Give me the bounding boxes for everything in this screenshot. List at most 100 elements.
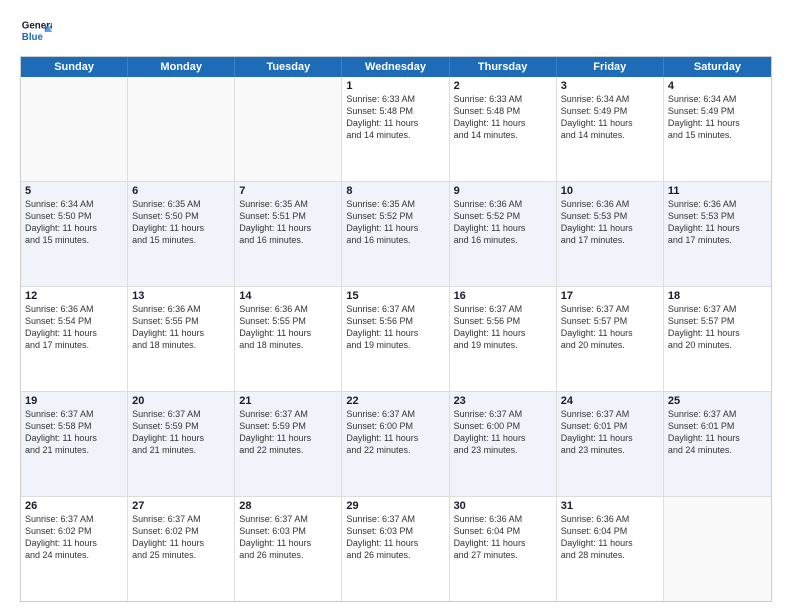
day-number: 22 bbox=[346, 395, 444, 407]
day-info: Sunrise: 6:35 AM Sunset: 5:52 PM Dayligh… bbox=[346, 198, 444, 247]
day-number: 4 bbox=[668, 80, 767, 92]
day-cell-7: 7Sunrise: 6:35 AM Sunset: 5:51 PM Daylig… bbox=[235, 182, 342, 286]
header-day-thursday: Thursday bbox=[450, 57, 557, 77]
day-number: 29 bbox=[346, 500, 444, 512]
day-info: Sunrise: 6:37 AM Sunset: 6:00 PM Dayligh… bbox=[454, 408, 552, 457]
day-info: Sunrise: 6:36 AM Sunset: 5:55 PM Dayligh… bbox=[239, 303, 337, 352]
day-cell-24: 24Sunrise: 6:37 AM Sunset: 6:01 PM Dayli… bbox=[557, 392, 664, 496]
day-number: 18 bbox=[668, 290, 767, 302]
day-number: 20 bbox=[132, 395, 230, 407]
header-day-wednesday: Wednesday bbox=[342, 57, 449, 77]
calendar-body: 1Sunrise: 6:33 AM Sunset: 5:48 PM Daylig… bbox=[21, 77, 771, 601]
day-cell-1: 1Sunrise: 6:33 AM Sunset: 5:48 PM Daylig… bbox=[342, 77, 449, 181]
day-info: Sunrise: 6:36 AM Sunset: 6:04 PM Dayligh… bbox=[561, 513, 659, 562]
day-cell-12: 12Sunrise: 6:36 AM Sunset: 5:54 PM Dayli… bbox=[21, 287, 128, 391]
day-info: Sunrise: 6:37 AM Sunset: 5:59 PM Dayligh… bbox=[132, 408, 230, 457]
day-info: Sunrise: 6:36 AM Sunset: 5:52 PM Dayligh… bbox=[454, 198, 552, 247]
day-cell-11: 11Sunrise: 6:36 AM Sunset: 5:53 PM Dayli… bbox=[664, 182, 771, 286]
day-cell-3: 3Sunrise: 6:34 AM Sunset: 5:49 PM Daylig… bbox=[557, 77, 664, 181]
day-number: 12 bbox=[25, 290, 123, 302]
day-info: Sunrise: 6:37 AM Sunset: 5:58 PM Dayligh… bbox=[25, 408, 123, 457]
day-info: Sunrise: 6:37 AM Sunset: 5:57 PM Dayligh… bbox=[561, 303, 659, 352]
day-number: 8 bbox=[346, 185, 444, 197]
day-info: Sunrise: 6:37 AM Sunset: 5:57 PM Dayligh… bbox=[668, 303, 767, 352]
day-cell-25: 25Sunrise: 6:37 AM Sunset: 6:01 PM Dayli… bbox=[664, 392, 771, 496]
day-info: Sunrise: 6:33 AM Sunset: 5:48 PM Dayligh… bbox=[346, 93, 444, 142]
day-number: 24 bbox=[561, 395, 659, 407]
day-number: 6 bbox=[132, 185, 230, 197]
day-number: 13 bbox=[132, 290, 230, 302]
day-number: 5 bbox=[25, 185, 123, 197]
day-cell-10: 10Sunrise: 6:36 AM Sunset: 5:53 PM Dayli… bbox=[557, 182, 664, 286]
day-number: 28 bbox=[239, 500, 337, 512]
day-info: Sunrise: 6:36 AM Sunset: 5:55 PM Dayligh… bbox=[132, 303, 230, 352]
day-number: 25 bbox=[668, 395, 767, 407]
day-info: Sunrise: 6:35 AM Sunset: 5:50 PM Dayligh… bbox=[132, 198, 230, 247]
day-cell-5: 5Sunrise: 6:34 AM Sunset: 5:50 PM Daylig… bbox=[21, 182, 128, 286]
day-cell-20: 20Sunrise: 6:37 AM Sunset: 5:59 PM Dayli… bbox=[128, 392, 235, 496]
calendar-row-2: 12Sunrise: 6:36 AM Sunset: 5:54 PM Dayli… bbox=[21, 287, 771, 392]
day-cell-18: 18Sunrise: 6:37 AM Sunset: 5:57 PM Dayli… bbox=[664, 287, 771, 391]
day-cell-23: 23Sunrise: 6:37 AM Sunset: 6:00 PM Dayli… bbox=[450, 392, 557, 496]
day-info: Sunrise: 6:37 AM Sunset: 5:56 PM Dayligh… bbox=[346, 303, 444, 352]
day-info: Sunrise: 6:36 AM Sunset: 6:04 PM Dayligh… bbox=[454, 513, 552, 562]
logo: General Blue bbox=[20, 16, 52, 48]
day-info: Sunrise: 6:37 AM Sunset: 6:02 PM Dayligh… bbox=[25, 513, 123, 562]
day-number: 9 bbox=[454, 185, 552, 197]
day-info: Sunrise: 6:37 AM Sunset: 6:00 PM Dayligh… bbox=[346, 408, 444, 457]
empty-cell bbox=[664, 497, 771, 601]
day-info: Sunrise: 6:33 AM Sunset: 5:48 PM Dayligh… bbox=[454, 93, 552, 142]
day-number: 31 bbox=[561, 500, 659, 512]
day-number: 3 bbox=[561, 80, 659, 92]
day-number: 19 bbox=[25, 395, 123, 407]
day-cell-28: 28Sunrise: 6:37 AM Sunset: 6:03 PM Dayli… bbox=[235, 497, 342, 601]
day-info: Sunrise: 6:37 AM Sunset: 5:56 PM Dayligh… bbox=[454, 303, 552, 352]
calendar: SundayMondayTuesdayWednesdayThursdayFrid… bbox=[20, 56, 772, 602]
day-number: 21 bbox=[239, 395, 337, 407]
header-day-sunday: Sunday bbox=[21, 57, 128, 77]
day-info: Sunrise: 6:36 AM Sunset: 5:53 PM Dayligh… bbox=[561, 198, 659, 247]
day-number: 23 bbox=[454, 395, 552, 407]
day-cell-13: 13Sunrise: 6:36 AM Sunset: 5:55 PM Dayli… bbox=[128, 287, 235, 391]
day-number: 7 bbox=[239, 185, 337, 197]
day-number: 26 bbox=[25, 500, 123, 512]
day-info: Sunrise: 6:36 AM Sunset: 5:53 PM Dayligh… bbox=[668, 198, 767, 247]
day-info: Sunrise: 6:37 AM Sunset: 6:01 PM Dayligh… bbox=[668, 408, 767, 457]
day-cell-8: 8Sunrise: 6:35 AM Sunset: 5:52 PM Daylig… bbox=[342, 182, 449, 286]
day-info: Sunrise: 6:37 AM Sunset: 6:03 PM Dayligh… bbox=[346, 513, 444, 562]
day-cell-6: 6Sunrise: 6:35 AM Sunset: 5:50 PM Daylig… bbox=[128, 182, 235, 286]
day-number: 14 bbox=[239, 290, 337, 302]
header-day-tuesday: Tuesday bbox=[235, 57, 342, 77]
day-cell-19: 19Sunrise: 6:37 AM Sunset: 5:58 PM Dayli… bbox=[21, 392, 128, 496]
day-cell-15: 15Sunrise: 6:37 AM Sunset: 5:56 PM Dayli… bbox=[342, 287, 449, 391]
day-number: 10 bbox=[561, 185, 659, 197]
day-number: 17 bbox=[561, 290, 659, 302]
day-cell-4: 4Sunrise: 6:34 AM Sunset: 5:49 PM Daylig… bbox=[664, 77, 771, 181]
day-info: Sunrise: 6:37 AM Sunset: 6:03 PM Dayligh… bbox=[239, 513, 337, 562]
day-cell-30: 30Sunrise: 6:36 AM Sunset: 6:04 PM Dayli… bbox=[450, 497, 557, 601]
day-number: 1 bbox=[346, 80, 444, 92]
day-info: Sunrise: 6:37 AM Sunset: 6:02 PM Dayligh… bbox=[132, 513, 230, 562]
calendar-row-1: 5Sunrise: 6:34 AM Sunset: 5:50 PM Daylig… bbox=[21, 182, 771, 287]
calendar-row-0: 1Sunrise: 6:33 AM Sunset: 5:48 PM Daylig… bbox=[21, 77, 771, 182]
header-day-monday: Monday bbox=[128, 57, 235, 77]
day-info: Sunrise: 6:34 AM Sunset: 5:49 PM Dayligh… bbox=[561, 93, 659, 142]
day-number: 11 bbox=[668, 185, 767, 197]
day-number: 15 bbox=[346, 290, 444, 302]
day-cell-22: 22Sunrise: 6:37 AM Sunset: 6:00 PM Dayli… bbox=[342, 392, 449, 496]
day-cell-21: 21Sunrise: 6:37 AM Sunset: 5:59 PM Dayli… bbox=[235, 392, 342, 496]
logo-icon: General Blue bbox=[20, 16, 52, 48]
empty-cell bbox=[21, 77, 128, 181]
day-info: Sunrise: 6:37 AM Sunset: 6:01 PM Dayligh… bbox=[561, 408, 659, 457]
day-cell-9: 9Sunrise: 6:36 AM Sunset: 5:52 PM Daylig… bbox=[450, 182, 557, 286]
day-number: 27 bbox=[132, 500, 230, 512]
day-info: Sunrise: 6:35 AM Sunset: 5:51 PM Dayligh… bbox=[239, 198, 337, 247]
day-info: Sunrise: 6:34 AM Sunset: 5:50 PM Dayligh… bbox=[25, 198, 123, 247]
day-number: 16 bbox=[454, 290, 552, 302]
day-cell-26: 26Sunrise: 6:37 AM Sunset: 6:02 PM Dayli… bbox=[21, 497, 128, 601]
empty-cell bbox=[128, 77, 235, 181]
day-info: Sunrise: 6:36 AM Sunset: 5:54 PM Dayligh… bbox=[25, 303, 123, 352]
day-info: Sunrise: 6:34 AM Sunset: 5:49 PM Dayligh… bbox=[668, 93, 767, 142]
day-cell-29: 29Sunrise: 6:37 AM Sunset: 6:03 PM Dayli… bbox=[342, 497, 449, 601]
calendar-row-3: 19Sunrise: 6:37 AM Sunset: 5:58 PM Dayli… bbox=[21, 392, 771, 497]
